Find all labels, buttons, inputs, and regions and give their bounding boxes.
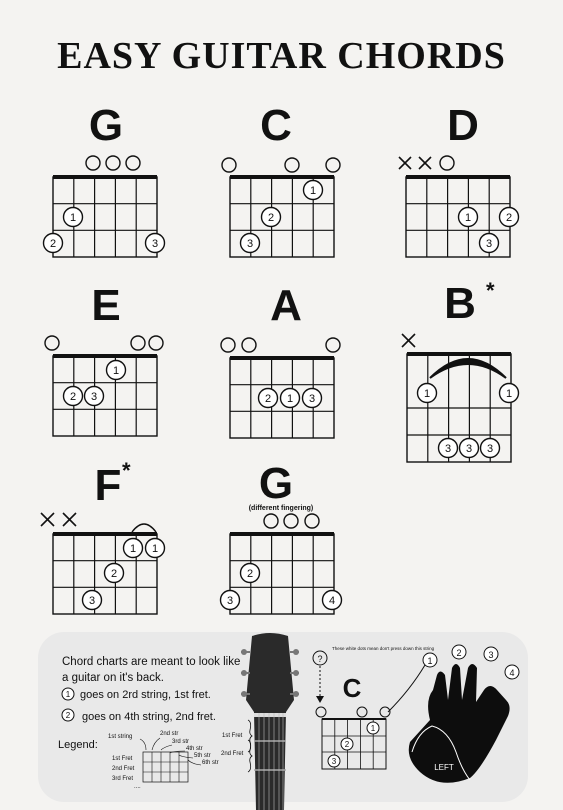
- finger-number: 3: [91, 391, 97, 403]
- chord-a: A 2 1 3: [220, 281, 341, 439]
- chord-g: G 1 2 3: [42, 101, 166, 258]
- chord-name-d: D: [447, 101, 479, 150]
- open-string-marker: [125, 155, 141, 171]
- chord-e: E 1 2 3: [44, 281, 164, 437]
- asterisk: *: [122, 458, 131, 483]
- chord-name-g-alt: G: [259, 459, 293, 508]
- barre-arc: [429, 358, 507, 379]
- chord-name-b: B: [444, 279, 476, 328]
- finger-number: 1: [424, 388, 430, 400]
- open-string-marker: [325, 337, 341, 353]
- finger-number: 2: [70, 391, 76, 403]
- finger-number: 3: [445, 443, 451, 455]
- finger-number: 4: [329, 595, 335, 607]
- legend-label: Legend:: [58, 739, 98, 751]
- open-string-marker: [284, 157, 300, 173]
- chord-d: D 1 2 3: [398, 101, 520, 258]
- legend-intro: Chord charts are meant to look like a gu…: [62, 656, 241, 684]
- open-string-marker: [44, 335, 60, 351]
- open-string-marker: [221, 157, 237, 173]
- finger-number: 1: [70, 212, 76, 224]
- finger-number: 1: [152, 543, 158, 555]
- finger-number: 3: [486, 238, 492, 250]
- finger-number: 3: [89, 595, 95, 607]
- open-string-marker: [85, 155, 101, 171]
- chord-f: F * 1 1 2 3: [40, 458, 166, 615]
- open-string-marker: [263, 513, 279, 529]
- open-string-marker: [283, 513, 299, 529]
- chord-b: B * 1 1 3 3 3: [401, 278, 520, 463]
- chord-c: C 1 2 3: [221, 101, 341, 258]
- finger-number: 2: [268, 212, 274, 224]
- open-string-marker: [325, 157, 341, 173]
- chord-name-c: C: [260, 101, 292, 150]
- chord-name-g: G: [89, 101, 123, 150]
- muted-string-marker: [40, 512, 77, 527]
- finger-number: 3: [227, 595, 233, 607]
- barre-arc: [131, 523, 157, 533]
- open-string-marker: [439, 155, 455, 171]
- finger-number: 2: [506, 212, 512, 224]
- muted-string-marker: [398, 156, 432, 170]
- finger-number: 2: [265, 393, 271, 405]
- finger-number: 1: [465, 212, 471, 224]
- finger-number: 3: [152, 238, 158, 250]
- finger-number: 2: [50, 238, 56, 250]
- open-string-marker: [220, 337, 236, 353]
- finger-number: 3: [466, 443, 472, 455]
- chord-subtitle: (different fingering): [249, 505, 314, 512]
- finger-number: 2: [247, 568, 253, 580]
- asterisk: *: [486, 278, 495, 303]
- chord-name-a: A: [270, 281, 302, 330]
- chord-g-alt: G (different fingering) 2 3 4: [219, 459, 343, 615]
- open-string-marker: [241, 337, 257, 353]
- finger-number: 1: [506, 388, 512, 400]
- finger-number: 1: [287, 393, 293, 405]
- open-string-marker: [148, 335, 164, 351]
- chord-name-e: E: [91, 281, 120, 330]
- finger-number: 3: [247, 238, 253, 250]
- legend-note-1: goes on 2rd string, 1st fret.: [80, 689, 211, 701]
- finger-number: 3: [487, 443, 493, 455]
- finger-number: 1: [130, 543, 136, 555]
- finger-number: 2: [111, 568, 117, 580]
- finger-number: 1: [113, 365, 119, 377]
- open-string-marker: [130, 335, 146, 351]
- finger-number: 1: [310, 185, 316, 197]
- open-string-marker: [304, 513, 320, 529]
- open-string-marker: [105, 155, 121, 171]
- muted-string-marker: [401, 333, 416, 348]
- legend-note-2: goes on 4th string, 2nd fret.: [82, 711, 216, 723]
- chord-name-f: F: [95, 461, 122, 510]
- finger-number: 3: [309, 393, 315, 405]
